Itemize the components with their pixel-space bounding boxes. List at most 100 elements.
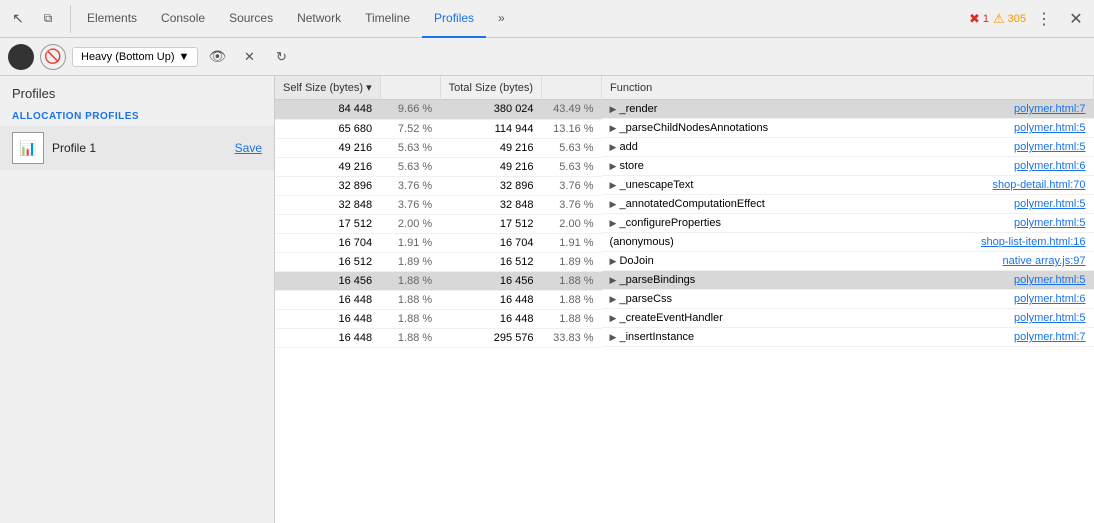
cell-total-size: 16 704	[440, 233, 541, 252]
cell-total-size: 295 576	[440, 328, 541, 347]
tab-elements[interactable]: Elements	[75, 0, 149, 38]
cell-total-pct: 3.76 %	[542, 176, 602, 195]
function-label: store	[619, 160, 643, 172]
file-link[interactable]: shop-detail.html:70	[973, 179, 1086, 191]
expand-arrow-icon[interactable]: ▶	[610, 104, 617, 115]
cell-self-pct: 5.63 %	[380, 138, 440, 157]
expand-arrow-icon[interactable]: ▶	[610, 161, 617, 172]
function-name: ▶_insertInstance	[610, 331, 695, 343]
function-name: ▶_configureProperties	[610, 217, 721, 229]
function-label: _parseBindings	[619, 274, 695, 286]
function-name: ▶_render	[610, 103, 658, 115]
table-row[interactable]: 32 8483.76 %32 8483.76 %▶_annotatedCompu…	[275, 195, 1094, 214]
cell-function: ▶DoJoin native array.js:97	[602, 252, 1094, 271]
file-link[interactable]: native array.js:97	[983, 255, 1086, 267]
function-name: ▶DoJoin	[610, 255, 654, 267]
cell-self-pct: 1.88 %	[380, 271, 440, 290]
tab-more[interactable]: »	[486, 0, 517, 38]
cell-function: ▶_annotatedComputationEffect polymer.html…	[602, 195, 1094, 214]
file-link[interactable]: polymer.html:6	[994, 293, 1086, 305]
table-row[interactable]: 16 5121.89 %16 5121.89 %▶DoJoinnative ar…	[275, 252, 1094, 271]
table-row[interactable]: 16 4481.88 %295 57633.83 %▶_insertInstan…	[275, 328, 1094, 347]
cell-total-pct: 5.63 %	[542, 157, 602, 176]
sidebar-title: Profiles	[0, 76, 274, 107]
cell-self-size: 16 704	[275, 233, 380, 252]
file-link[interactable]: polymer.html:7	[994, 103, 1086, 115]
close-devtools-button[interactable]: ✕	[1062, 5, 1090, 33]
expand-arrow-icon[interactable]: ▶	[610, 275, 617, 286]
focus-button[interactable]: 👁	[204, 44, 230, 70]
tab-sources[interactable]: Sources	[217, 0, 285, 38]
function-name: ▶_parseBindings	[610, 274, 696, 286]
cell-self-pct: 3.76 %	[380, 176, 440, 195]
tab-profiles[interactable]: Profiles	[422, 0, 486, 38]
expand-arrow-icon[interactable]: ▶	[610, 294, 617, 305]
more-menu-button[interactable]: ⋮	[1030, 5, 1058, 33]
profile-item[interactable]: 📊 Profile 1 Save	[0, 126, 274, 170]
table-row[interactable]: 16 4561.88 %16 4561.88 %▶_parseBindingsp…	[275, 271, 1094, 290]
expand-arrow-icon[interactable]: ▶	[610, 123, 617, 134]
cell-total-pct: 1.88 %	[542, 290, 602, 309]
file-link[interactable]: polymer.html:6	[994, 160, 1086, 172]
warning-badge: ⚠ 305	[993, 11, 1026, 27]
expand-arrow-icon[interactable]: ▶	[610, 313, 617, 324]
function-name: ▶_annotatedComputationEffect	[610, 198, 765, 210]
file-link[interactable]: shop-list-item.html:16	[961, 236, 1086, 248]
expand-arrow-icon[interactable]: ▶	[610, 332, 617, 343]
file-link[interactable]: polymer.html:5	[994, 274, 1086, 286]
refresh-button[interactable]: ↻	[268, 44, 294, 70]
file-link[interactable]: polymer.html:5	[994, 141, 1086, 153]
tab-console[interactable]: Console	[149, 0, 217, 38]
table-row[interactable]: 17 5122.00 %17 5122.00 %▶_configurePrope…	[275, 214, 1094, 233]
main-content: Profiles ALLOCATION PROFILES 📊 Profile 1…	[0, 76, 1094, 523]
cell-self-size: 49 216	[275, 157, 380, 176]
file-link[interactable]: polymer.html:5	[994, 122, 1086, 134]
expand-arrow-icon[interactable]: ▶	[610, 199, 617, 210]
tab-timeline[interactable]: Timeline	[353, 0, 422, 38]
sort-dropdown[interactable]: Heavy (Bottom Up) ▼	[72, 47, 198, 67]
function-label: _parseCss	[619, 293, 672, 305]
cell-self-pct: 1.88 %	[380, 328, 440, 347]
layers-icon-btn[interactable]: ⧉	[34, 5, 62, 33]
header-total-size[interactable]: Total Size (bytes)	[440, 76, 541, 100]
file-link[interactable]: polymer.html:5	[994, 198, 1086, 210]
table-row[interactable]: 32 8963.76 %32 8963.76 %▶_unescapeTextsh…	[275, 176, 1094, 195]
cell-total-pct: 1.89 %	[542, 252, 602, 271]
cell-self-size: 17 512	[275, 214, 380, 233]
cursor-icon-btn[interactable]: ↖	[4, 5, 32, 33]
clear-button[interactable]: ✕	[236, 44, 262, 70]
expand-arrow-icon[interactable]: ▶	[610, 180, 617, 191]
cell-total-pct: 3.76 %	[542, 195, 602, 214]
cell-total-pct: 2.00 %	[542, 214, 602, 233]
cell-total-pct: 43.49 %	[542, 100, 602, 120]
record-button[interactable]	[8, 44, 34, 70]
stop-button[interactable]: 🚫	[40, 44, 66, 70]
cell-function: (anonymous)shop-list-item.html:16	[602, 233, 1094, 252]
file-link[interactable]: polymer.html:7	[994, 331, 1086, 343]
table-row[interactable]: 65 6807.52 %114 94413.16 %▶_parseChildNo…	[275, 119, 1094, 138]
cell-self-size: 16 512	[275, 252, 380, 271]
table-row[interactable]: 16 4481.88 %16 4481.88 %▶_createEventHan…	[275, 309, 1094, 328]
file-link[interactable]: polymer.html:5	[994, 217, 1086, 229]
header-function[interactable]: Function	[602, 76, 1094, 100]
expand-arrow-icon[interactable]: ▶	[610, 218, 617, 229]
dropdown-arrow-icon: ▼	[179, 51, 190, 63]
function-label: DoJoin	[619, 255, 653, 267]
cell-self-size: 65 680	[275, 119, 380, 138]
table-row[interactable]: 49 2165.63 %49 2165.63 %▶addpolymer.html…	[275, 138, 1094, 157]
profile-name: Profile 1	[52, 141, 227, 155]
table-row[interactable]: 84 4489.66 %380 02443.49 %▶_renderpolyme…	[275, 100, 1094, 120]
cell-function: ▶_render polymer.html:7	[602, 100, 1094, 119]
header-self-size[interactable]: Self Size (bytes) ▾	[275, 76, 380, 100]
tab-network[interactable]: Network	[285, 0, 353, 38]
table-row[interactable]: 49 2165.63 %49 2165.63 %▶storepolymer.ht…	[275, 157, 1094, 176]
cursor-icon: ↖	[12, 10, 24, 27]
table-row[interactable]: 16 7041.91 %16 7041.91 %(anonymous)shop-…	[275, 233, 1094, 252]
save-link[interactable]: Save	[235, 141, 262, 155]
cell-total-pct: 1.88 %	[542, 309, 602, 328]
expand-arrow-icon[interactable]: ▶	[610, 256, 617, 267]
cell-total-size: 49 216	[440, 157, 541, 176]
table-row[interactable]: 16 4481.88 %16 4481.88 %▶_parseCsspolyme…	[275, 290, 1094, 309]
expand-arrow-icon[interactable]: ▶	[610, 142, 617, 153]
file-link[interactable]: polymer.html:5	[994, 312, 1086, 324]
